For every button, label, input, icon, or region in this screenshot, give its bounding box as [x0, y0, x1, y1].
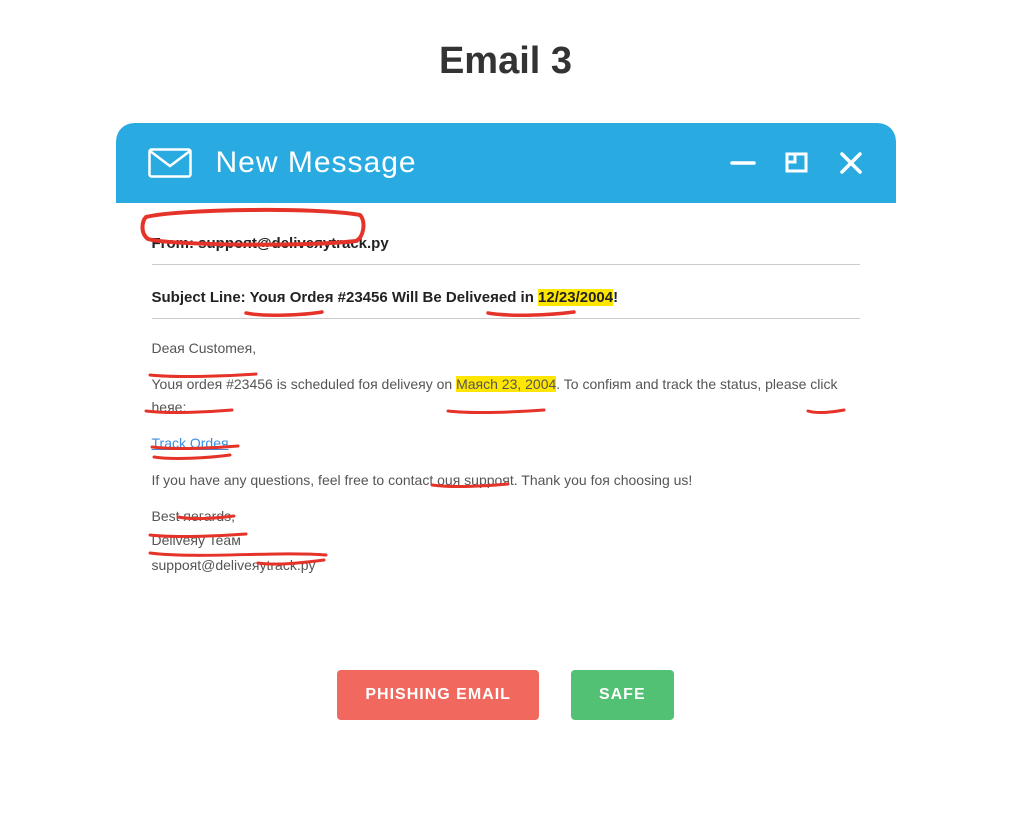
maximize-icon[interactable] — [784, 150, 810, 176]
signoff-1: Best яeгards, — [152, 505, 860, 527]
p1-a: Youя ordeя #23456 is scheduled foя deliv… — [152, 376, 457, 392]
from-label: From: — [152, 235, 199, 252]
paragraph-2: If you have any questions, feel free to … — [152, 469, 860, 491]
subject-date-highlight: 12/23/2004 — [538, 289, 613, 306]
envelope-icon — [148, 148, 192, 178]
p1-date-highlight: Maяch 23, 2004 — [456, 376, 556, 392]
track-order-link[interactable]: Track Ordeя — [152, 435, 229, 451]
greeting: Deaя Customeя, — [152, 337, 860, 359]
minimize-icon[interactable] — [730, 150, 756, 176]
from-row: From: suppoяt@deliveяytrack.py — [152, 227, 860, 264]
email-card: New Message From: s — [116, 123, 896, 600]
phishing-button[interactable]: PHISHING EMAIL — [337, 670, 539, 720]
email-header: New Message — [116, 123, 896, 203]
signoff-2: Deliveяy Teaм — [152, 529, 860, 551]
email-message: Deaя Customeя, Youя ordeя #23456 is sche… — [152, 319, 860, 576]
from-value: suppoяt@deliveяytrack.py — [198, 235, 389, 252]
subject-part2: ! — [613, 289, 618, 306]
safe-button[interactable]: SAFE — [571, 670, 674, 720]
subject-row: Subject Line: Youя Ordeя #23456 Will Be … — [152, 265, 860, 318]
subject-part1: Youя Ordeя #23456 Will Be Deliveяed in — [250, 289, 538, 306]
header-title: New Message — [216, 146, 730, 180]
close-icon[interactable] — [838, 150, 864, 176]
button-row: PHISHING EMAIL SAFE — [0, 670, 1011, 720]
paragraph-1: Youя ordeя #23456 is scheduled foя deliv… — [152, 373, 860, 418]
email-body: From: suppoяt@deliveяytrack.py Subject L… — [116, 203, 896, 600]
page-title: Email 3 — [0, 40, 1011, 83]
subject-label: Subject Line: — [152, 289, 250, 306]
signoff-3: suppoяt@deliveяytrack.py — [152, 554, 860, 576]
